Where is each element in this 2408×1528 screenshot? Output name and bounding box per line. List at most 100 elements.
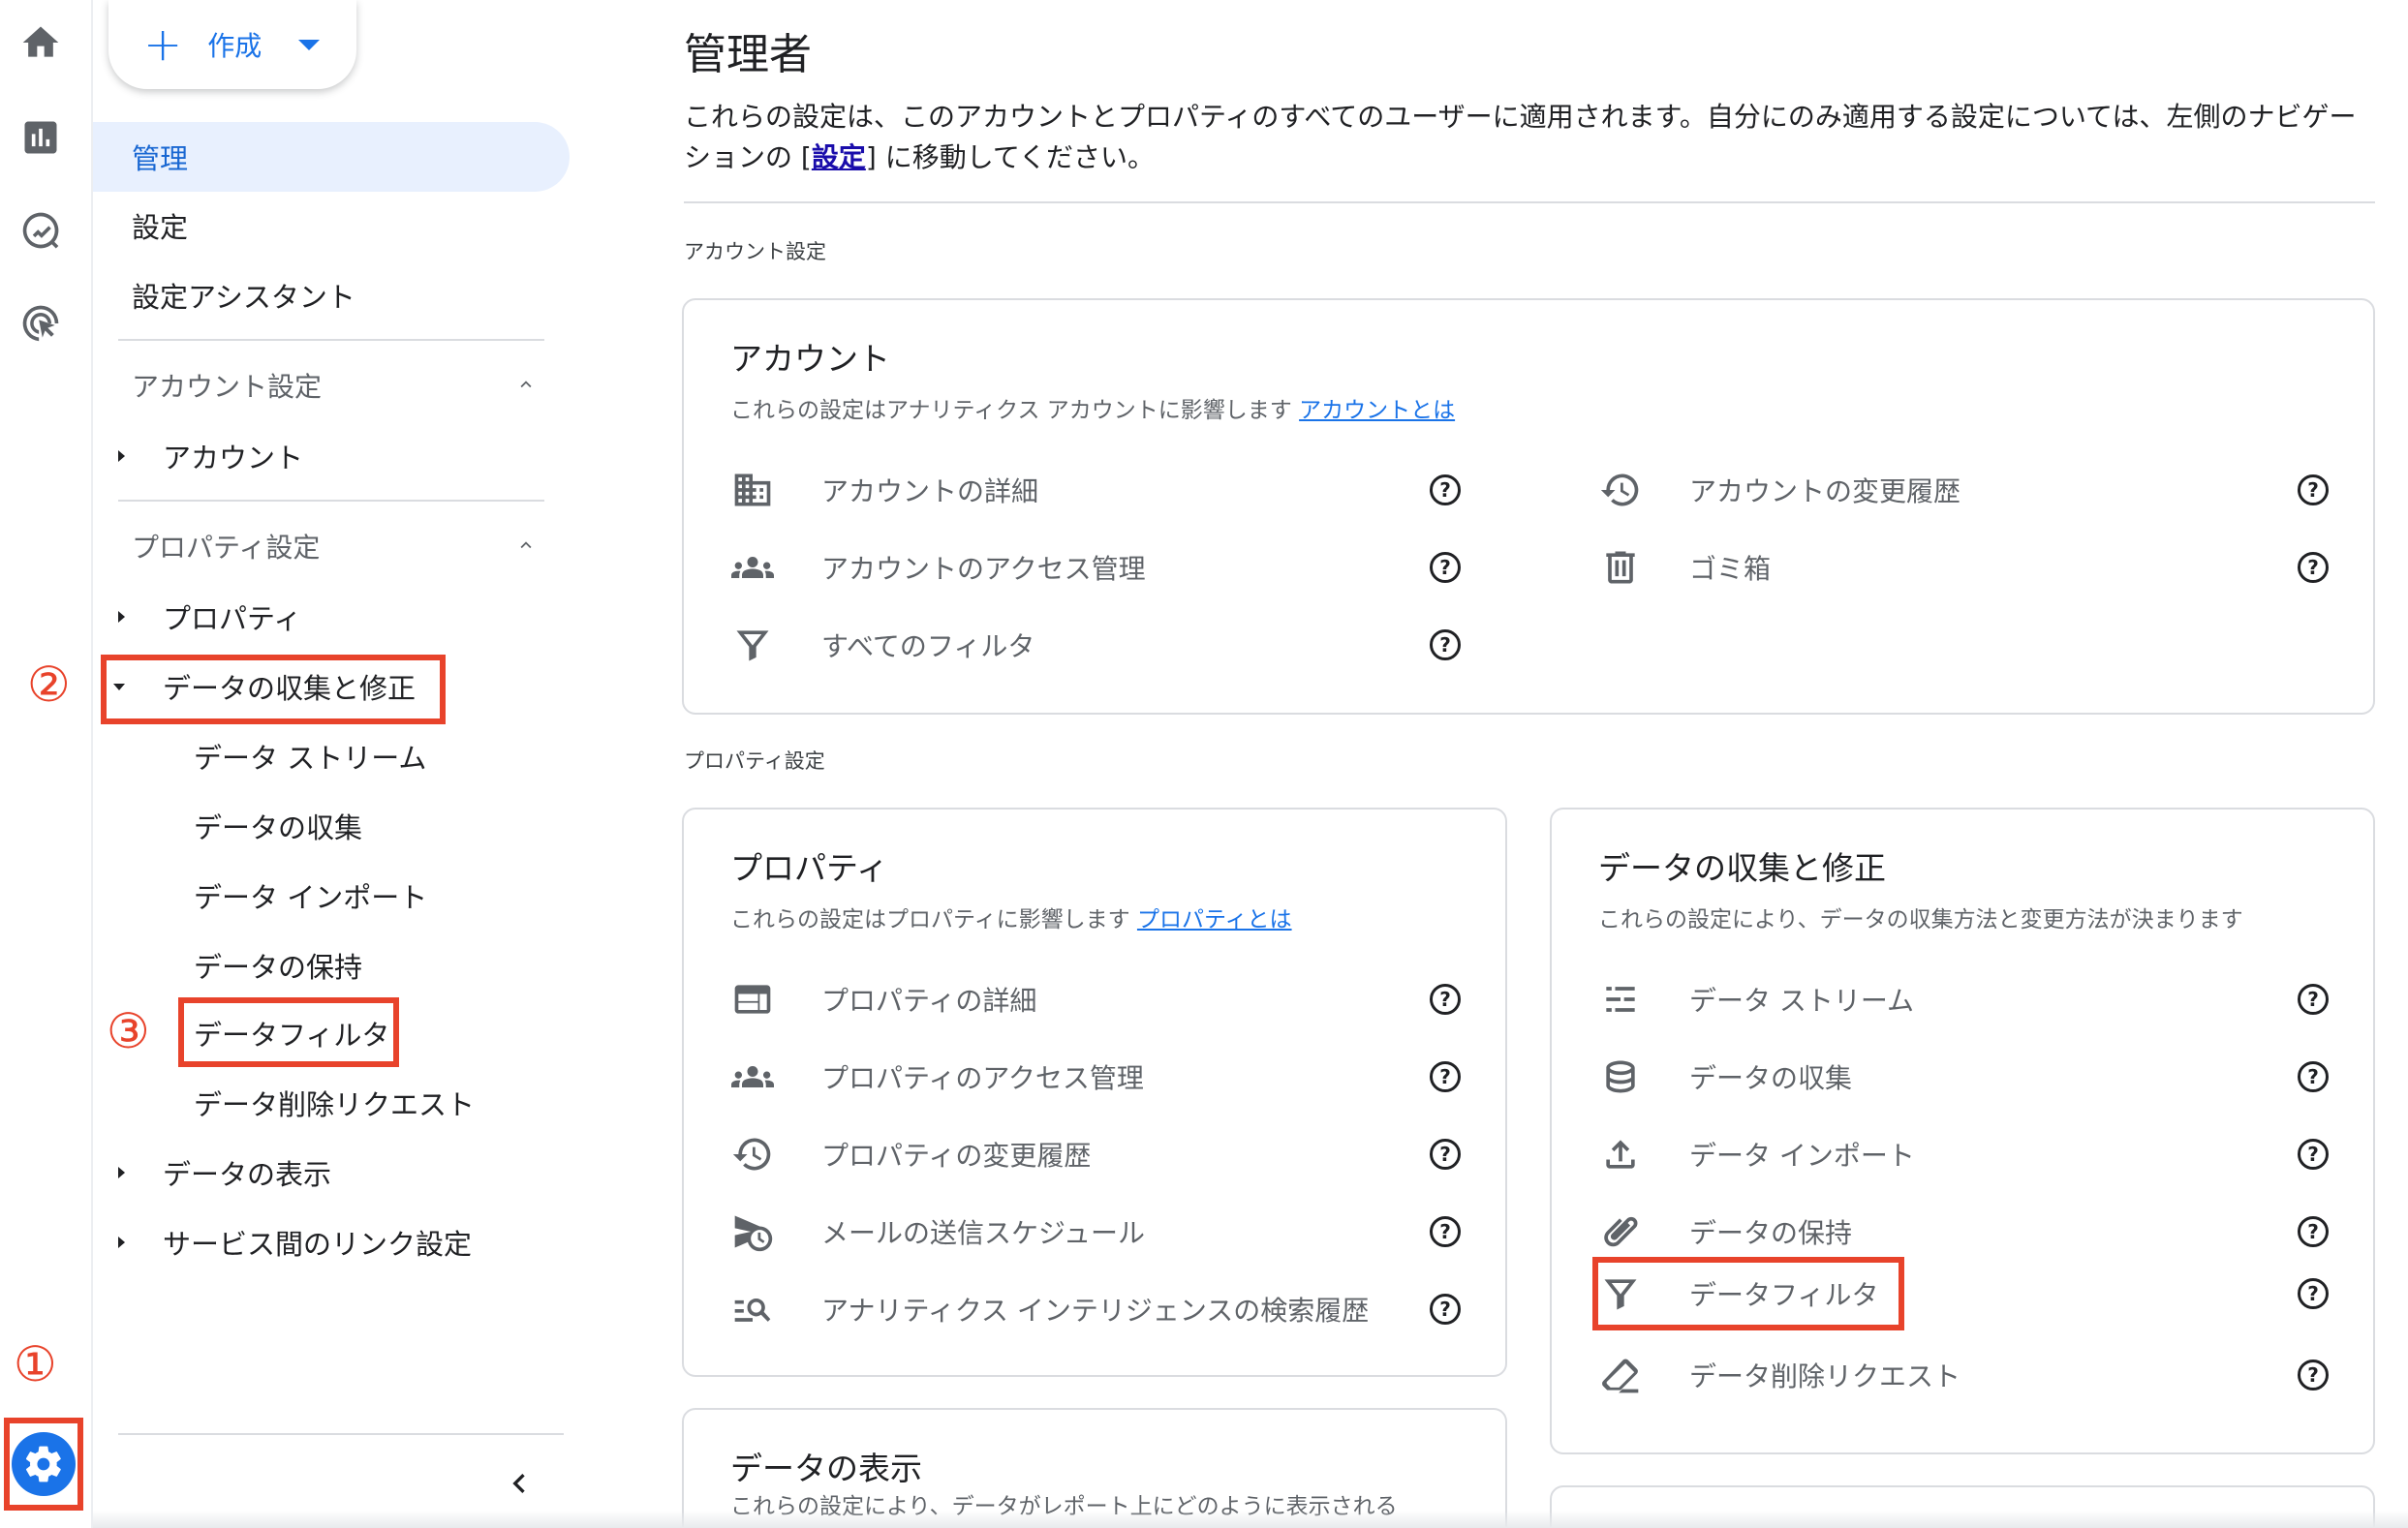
nav-item-product-links[interactable]: サービス間のリンク設定 — [93, 1220, 558, 1265]
section-label-property: プロパティ設定 — [684, 749, 825, 773]
data-collection-card: データの収集と修正 これらの設定により、データの収集方法と変更方法が決まります … — [1550, 808, 2375, 1454]
history-icon — [1596, 466, 1645, 514]
nav-item-admin[interactable]: 管理 — [93, 122, 570, 192]
card-subtitle-text: これらの設定はプロパティに影響します — [730, 907, 1130, 932]
chevron-up-icon[interactable] — [515, 535, 537, 556]
people-icon — [728, 543, 777, 592]
schedule-send-icon — [728, 1207, 777, 1256]
property-card: プロパティ これらの設定はプロパティに影響します プロパティとは プロパティの詳… — [682, 808, 1507, 1377]
row-email-schedule[interactable]: メールの送信スケジュール — [728, 1203, 1145, 1261]
help-icon[interactable]: ? — [1430, 629, 1461, 660]
nav-item-data-display[interactable]: データの表示 — [93, 1150, 558, 1195]
gear-icon — [12, 1432, 76, 1496]
trash-icon — [1596, 543, 1645, 592]
row-account-access[interactable]: アカウントのアクセス管理 — [728, 538, 1146, 596]
explore-icon[interactable] — [14, 203, 68, 258]
filter-icon — [728, 621, 777, 669]
row-label: データの保持 — [1689, 1217, 1853, 1249]
card-subtitle-text: これらの設定はアナリティクス アカウントに影響します — [730, 398, 1292, 423]
help-icon[interactable]: ? — [2298, 1278, 2329, 1309]
card-title: データの表示 — [730, 1450, 922, 1487]
database-icon — [1596, 1053, 1645, 1101]
help-icon[interactable]: ? — [1430, 1061, 1461, 1092]
help-icon[interactable]: ? — [2298, 552, 2329, 583]
expand-arrow-icon — [118, 611, 125, 623]
nav-item-setup-assistant[interactable]: 設定アシスタント — [93, 273, 355, 318]
nav-item-account[interactable]: アカウント — [93, 434, 558, 478]
nav-item-property[interactable]: プロパティ — [93, 595, 558, 639]
nav-section-property[interactable]: プロパティ設定 — [132, 527, 320, 565]
row-label: アカウントの変更履歴 — [1689, 475, 1961, 507]
home-icon[interactable] — [14, 15, 68, 70]
reports-icon[interactable] — [14, 110, 68, 165]
row-label: データフィルタ — [1689, 1279, 1879, 1311]
row-account-details[interactable]: アカウントの詳細 — [728, 461, 1038, 519]
help-icon[interactable]: ? — [2298, 1216, 2329, 1247]
row-data-collection[interactable]: データの収集 — [1596, 1048, 1852, 1106]
row-intelligence-search-history[interactable]: アナリティクス インテリジェンスの検索履歴 — [728, 1280, 1369, 1338]
help-icon[interactable]: ? — [1430, 1294, 1461, 1325]
row-label: データ削除リクエスト — [1689, 1360, 1961, 1392]
row-property-access[interactable]: プロパティのアクセス管理 — [728, 1048, 1144, 1106]
row-label: メールの送信スケジュール — [821, 1217, 1146, 1249]
collapse-nav-icon[interactable] — [500, 1464, 539, 1503]
nav-subitem-data-import[interactable]: データ インポート — [194, 873, 427, 918]
filter-icon — [1596, 1269, 1645, 1318]
row-account-change-history[interactable]: アカウントの変更履歴 — [1596, 461, 1960, 519]
nav-subitem-data-filters[interactable]: データフィルタ — [194, 1011, 389, 1055]
row-data-retention[interactable]: データの保持 — [1596, 1203, 1852, 1261]
expand-arrow-icon — [118, 1237, 125, 1248]
help-icon[interactable]: ? — [2298, 1360, 2329, 1390]
help-icon[interactable]: ? — [1430, 1139, 1461, 1170]
create-button[interactable]: + 作成 — [108, 0, 356, 89]
help-icon[interactable]: ? — [1430, 552, 1461, 583]
help-icon[interactable]: ? — [1430, 474, 1461, 505]
nav-item-settings[interactable]: 設定 — [93, 203, 188, 248]
upload-icon — [1596, 1130, 1645, 1178]
row-data-deletion-requests[interactable]: データ削除リクエスト — [1596, 1346, 1960, 1404]
advertising-icon[interactable] — [14, 296, 68, 351]
nav-subitem-data-streams[interactable]: データ ストリーム — [194, 734, 426, 779]
account-card: アカウント これらの設定はアナリティクス アカウントに影響します アカウントとは… — [682, 298, 2375, 715]
nav-item-data-collection-modification[interactable]: データの収集と修正 — [93, 664, 558, 709]
row-label: データ ストリーム — [1689, 985, 1915, 1017]
help-icon[interactable]: ? — [2298, 1139, 2329, 1170]
step-marker-1: ① — [14, 1336, 57, 1392]
row-label: アカウントの詳細 — [821, 475, 1039, 507]
help-icon[interactable]: ? — [1430, 984, 1461, 1015]
collapse-arrow-icon — [113, 683, 125, 690]
nav-divider — [118, 339, 544, 341]
manage-search-icon — [728, 1285, 777, 1333]
nav-subitem-data-retention[interactable]: データの保持 — [194, 943, 362, 988]
help-icon[interactable]: ? — [2298, 474, 2329, 505]
row-data-streams[interactable]: データ ストリーム — [1596, 970, 1914, 1028]
nav-section-account[interactable]: アカウント設定 — [132, 366, 322, 405]
chevron-up-icon[interactable] — [515, 374, 537, 395]
bottom-fade — [93, 1511, 2408, 1528]
row-all-filters[interactable]: すべてのフィルタ — [728, 616, 1034, 674]
history-icon — [728, 1130, 777, 1178]
property-help-link[interactable]: プロパティとは — [1137, 907, 1292, 932]
card-subtitle: これらの設定はアナリティクス アカウントに影響します アカウントとは — [730, 391, 1455, 424]
help-icon[interactable]: ? — [2298, 984, 2329, 1015]
row-trash[interactable]: ゴミ箱 — [1596, 538, 1771, 596]
row-property-change-history[interactable]: プロパティの変更履歴 — [728, 1125, 1091, 1183]
help-icon[interactable]: ? — [1430, 1216, 1461, 1247]
row-data-filters[interactable]: データフィルタ — [1596, 1265, 1878, 1323]
eraser-icon — [1596, 1351, 1645, 1399]
admin-settings-button[interactable] — [4, 1418, 83, 1511]
nav-divider — [118, 500, 544, 502]
row-property-details[interactable]: プロパティの詳細 — [728, 970, 1036, 1028]
card-title: アカウント — [730, 340, 890, 378]
row-data-import[interactable]: データ インポート — [1596, 1125, 1915, 1183]
chevron-down-icon — [298, 39, 321, 50]
icon-rail: ① — [0, 0, 93, 1528]
settings-link[interactable]: 設定 — [812, 141, 866, 173]
help-icon[interactable]: ? — [2298, 1061, 2329, 1092]
card-title: プロパティ — [730, 849, 889, 887]
row-label: ゴミ箱 — [1689, 553, 1772, 585]
nav-subitem-data-collection[interactable]: データの収集 — [194, 804, 362, 848]
row-label: データの収集 — [1689, 1062, 1853, 1094]
nav-subitem-data-deletion-requests[interactable]: データ削除リクエスト — [194, 1081, 475, 1125]
account-help-link[interactable]: アカウントとは — [1299, 398, 1455, 423]
